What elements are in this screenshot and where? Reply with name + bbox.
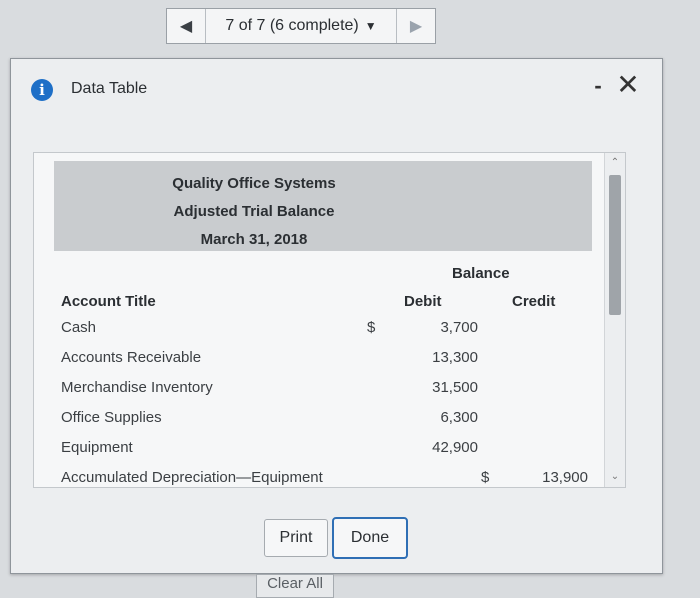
debit-header: Debit [404, 293, 442, 310]
balance-header: Balance [452, 265, 510, 282]
account-title-cell: Office Supplies [61, 409, 162, 426]
account-title-cell: Cash [61, 319, 97, 336]
done-button[interactable]: Done [332, 517, 408, 559]
question-selector[interactable]: 7 of 7 (6 complete) ▼ [206, 9, 396, 43]
report-name: Adjusted Trial Balance [173, 203, 335, 220]
scroll-thumb[interactable] [609, 175, 621, 315]
credit-dollar-sign: $ [481, 469, 490, 486]
clear-all-button[interactable]: Clear All [256, 574, 334, 598]
vertical-scrollbar[interactable]: ⌃ ⌄ [604, 153, 625, 487]
chevron-up-icon[interactable]: ⌃ [605, 155, 625, 171]
account-title-header: Account Title [61, 293, 156, 310]
triangle-left-icon: ◀ [179, 18, 193, 35]
question-pager: ◀ 7 of 7 (6 complete) ▼ ▶ [166, 8, 436, 44]
account-title-cell: Accounts Receivable [61, 349, 202, 366]
next-button[interactable]: ▶ [396, 9, 435, 43]
data-table-dialog: i Data Table - ✕ Quality Office Systems … [10, 58, 663, 574]
account-title-cell: Accumulated Depreciation—Equipment [61, 469, 323, 486]
credit-header: Credit [512, 293, 556, 310]
account-title-cell: Merchandise Inventory [61, 379, 213, 396]
debit-cell: 6,300 [440, 409, 478, 426]
question-progress-label: 7 of 7 (6 complete) [225, 17, 359, 34]
credit-cell: 13,900 [542, 469, 588, 486]
previous-button[interactable]: ◀ [167, 9, 206, 43]
dialog-title: Data Table [71, 80, 148, 97]
debit-cell: 13,300 [432, 349, 478, 366]
debit-cell: 42,900 [432, 439, 478, 456]
data-table-content[interactable]: Quality Office Systems Adjusted Trial Ba… [33, 152, 626, 488]
caret-down-icon: ▼ [364, 19, 377, 33]
sheet-header: Quality Office Systems Adjusted Trial Ba… [54, 161, 592, 251]
debit-dollar-sign: $ [367, 319, 376, 336]
info-icon: i [31, 79, 53, 101]
account-title-cell: Equipment [61, 439, 133, 456]
debit-cell: 3,700 [440, 319, 478, 336]
debit-cell: 31,500 [432, 379, 478, 396]
chevron-down-icon[interactable]: ⌄ [605, 469, 625, 485]
close-button[interactable]: ✕ [615, 71, 641, 99]
triangle-right-icon: ▶ [409, 18, 423, 35]
minimize-button[interactable]: - [587, 73, 609, 99]
company-name: Quality Office Systems [172, 175, 336, 192]
report-date: March 31, 2018 [200, 231, 308, 248]
print-button[interactable]: Print [264, 519, 328, 557]
